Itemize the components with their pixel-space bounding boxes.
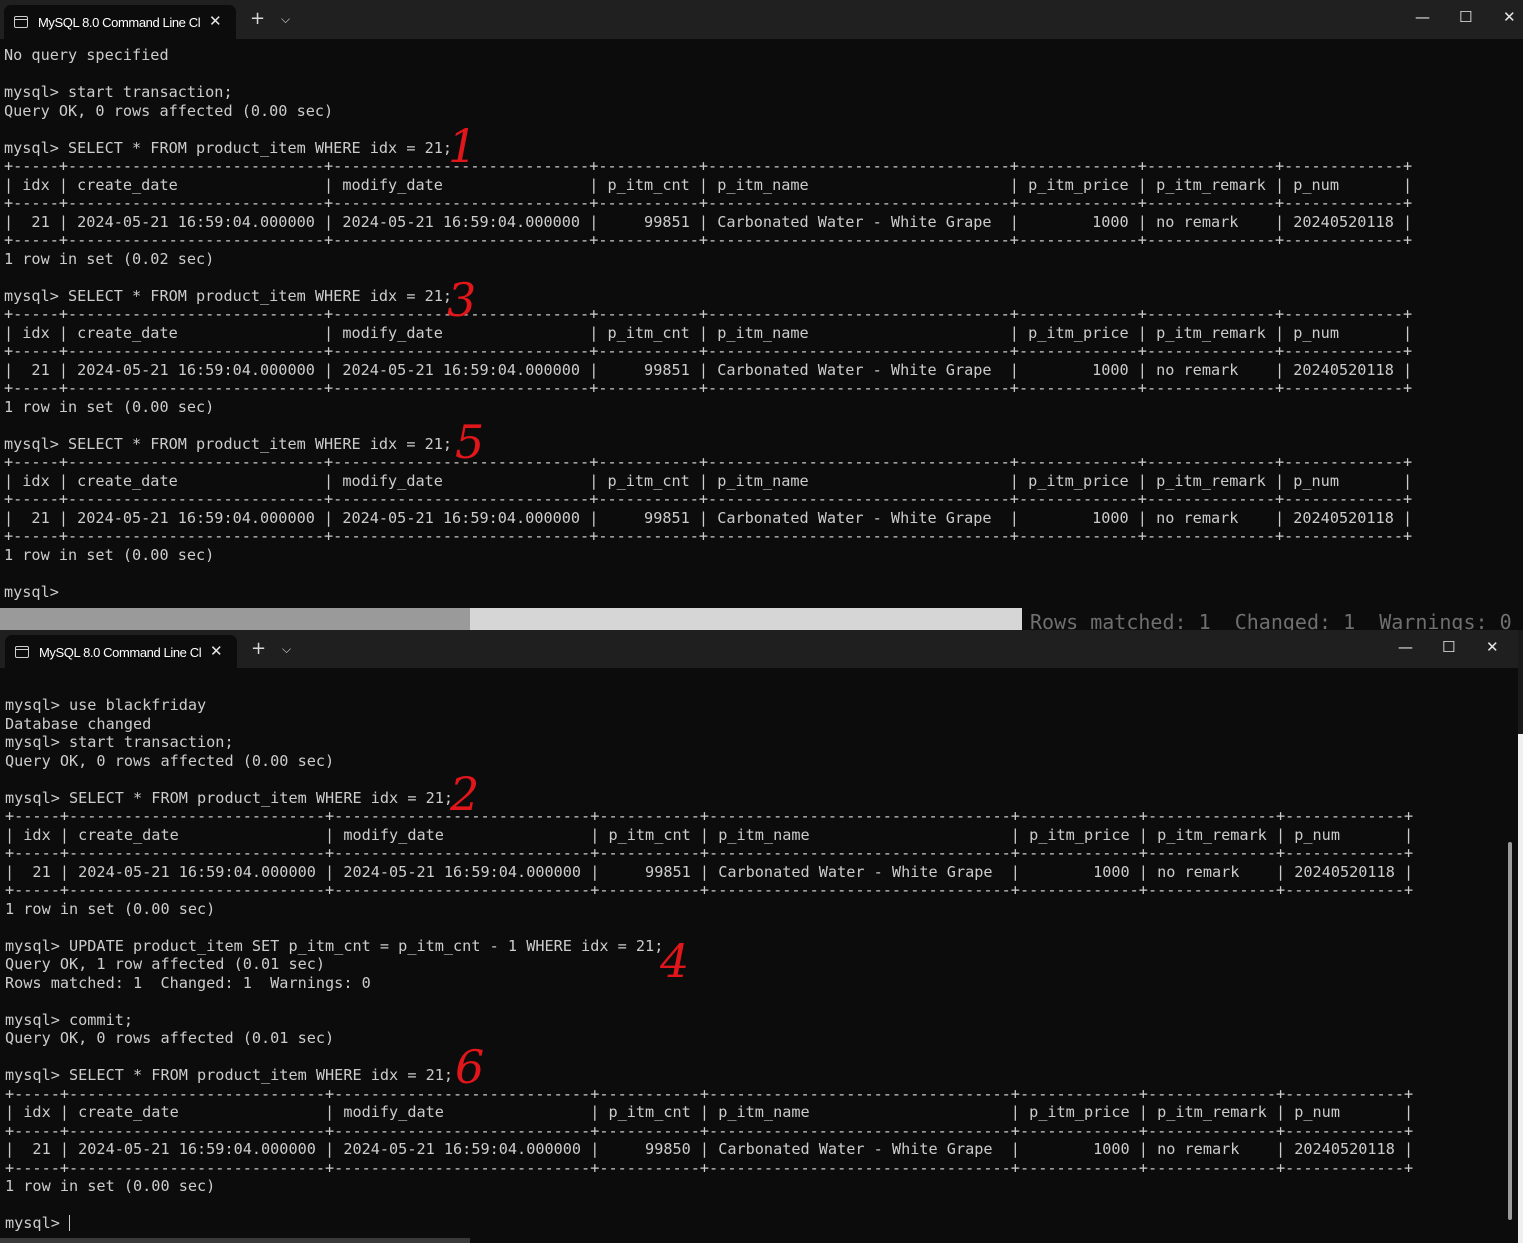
console-output[interactable]: mysql> use blackfriday Database changed … <box>5 696 1413 1233</box>
background-window-text: Rows matched: 1 Changed: 1 Warnings: 0 <box>1022 608 1523 630</box>
annotation-step-1: 1 <box>448 119 478 173</box>
close-tab-icon[interactable]: ✕ <box>209 12 222 30</box>
chevron-down-icon[interactable]: ⌵ <box>282 642 291 657</box>
tab-title: MySQL 8.0 Command Line Client <box>39 645 201 660</box>
annotation-step-2: 2 <box>450 767 480 821</box>
chevron-down-icon[interactable]: ⌵ <box>281 12 290 27</box>
maximize-button[interactable]: ☐ <box>1442 638 1455 656</box>
horizontal-scrollbar-thumb[interactable] <box>470 608 1022 630</box>
terminal-window-bottom: MySQL 8.0 Command Line Client ✕ + ⌵ — ☐ … <box>0 630 1518 1243</box>
maximize-button[interactable]: ☐ <box>1459 8 1472 26</box>
vertical-scrollbar-thumb[interactable] <box>1508 842 1512 1220</box>
bottom-scrollbar-strip <box>0 1238 470 1243</box>
annotation-step-6: 6 <box>455 1040 485 1094</box>
tab-title: MySQL 8.0 Command Line Client <box>38 15 200 30</box>
terminal-icon <box>14 16 28 28</box>
text-cursor <box>69 1215 71 1231</box>
new-tab-button[interactable]: + <box>251 640 266 658</box>
console-history: mysql> use blackfriday Database changed … <box>5 696 1414 1195</box>
minimize-button[interactable]: — <box>1415 8 1430 26</box>
tab-mysql-client[interactable]: MySQL 8.0 Command Line Client ✕ <box>5 635 237 669</box>
terminal-window-top: MySQL 8.0 Command Line Client ✕ + ⌵ — ☐ … <box>0 0 1523 608</box>
annotation-step-4: 4 <box>660 934 690 988</box>
vertical-scrollbar-track[interactable] <box>1518 734 1523 1243</box>
annotation-step-3: 3 <box>447 273 477 327</box>
terminal-icon <box>15 646 29 658</box>
annotation-step-5: 5 <box>455 415 485 469</box>
tab-mysql-client[interactable]: MySQL 8.0 Command Line Client ✕ <box>4 5 236 39</box>
close-window-button[interactable]: ✕ <box>1486 638 1499 656</box>
close-window-button[interactable]: ✕ <box>1503 8 1516 26</box>
new-tab-button[interactable]: + <box>250 10 265 28</box>
minimize-button[interactable]: — <box>1398 638 1413 656</box>
console-output[interactable]: No query specified mysql> start transact… <box>4 46 1412 601</box>
title-bar: MySQL 8.0 Command Line Client ✕ + ⌵ — ☐ … <box>0 630 1518 669</box>
title-bar: MySQL 8.0 Command Line Client ✕ + ⌵ — ☐ … <box>0 0 1523 39</box>
close-tab-icon[interactable]: ✕ <box>210 642 223 660</box>
command-prompt: mysql> <box>5 1214 70 1232</box>
